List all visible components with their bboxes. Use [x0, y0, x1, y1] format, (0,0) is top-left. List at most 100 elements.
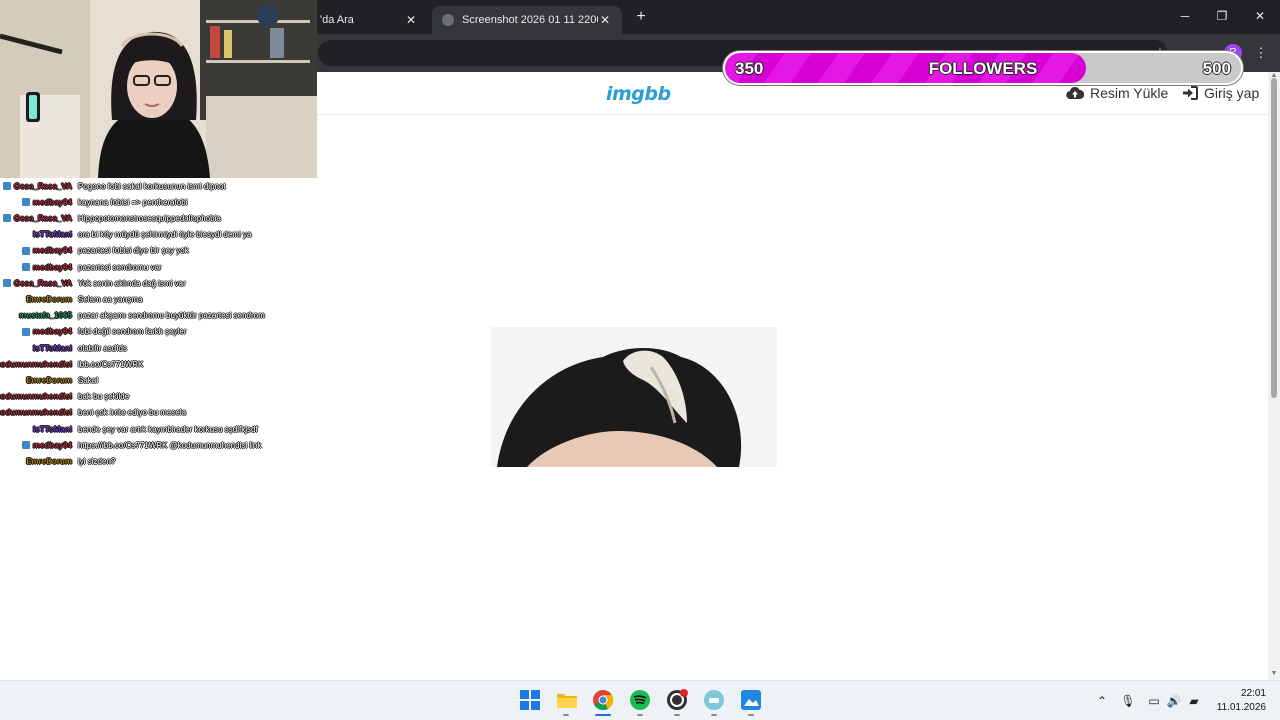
upload-image-link[interactable]: Resim Yükle: [1066, 85, 1168, 101]
spotify-icon[interactable]: [629, 689, 651, 711]
chat-message: IsTToMani ora bi köy müydü şehirmiydi öyl…: [0, 227, 300, 243]
scroll-down-icon[interactable]: ▼: [1270, 670, 1278, 678]
follower-goal-bar: 350 FOLLOWERS 500: [723, 51, 1243, 85]
site-logo[interactable]: imgbb: [606, 83, 671, 105]
chat-message: IsTToMani bende şey var artık kayınbirade…: [0, 421, 300, 437]
chat-username: kodumunmuhendisi: [0, 392, 72, 402]
chat-message-text: Selam aa yarışma: [78, 294, 143, 304]
app-running-indicator: [563, 714, 569, 716]
tab-close-icon[interactable]: ✕: [404, 13, 418, 27]
app-running-indicator: [637, 714, 643, 716]
chat-author: IsTToMani: [0, 230, 75, 239]
chat-username: IsTToMani: [33, 343, 72, 353]
chat-author: EmreDorum: [0, 457, 75, 466]
chat-username: kodumunmuhendisi: [0, 408, 72, 418]
system-clock[interactable]: 22:01 11.01.2026: [1210, 687, 1266, 715]
uploaded-photo[interactable]: [491, 327, 777, 467]
webcam-overlay: [0, 0, 317, 178]
follower-goal-current: 350: [735, 59, 764, 78]
chat-message: Gesa_Rasa_VA Yok senin aklında dağ ismi v…: [0, 275, 300, 291]
scroll-thumb[interactable]: [1271, 78, 1277, 398]
chat-author: EmreDorum: [0, 376, 75, 385]
screen: 'da Ara ✕ Screenshot 2026 01 11 220004 ✕…: [0, 0, 1280, 720]
chat-message-text: fobi değil sendrom farklı şeyler: [78, 327, 187, 337]
window-close-button[interactable]: ✕: [1245, 6, 1275, 26]
chat-author: Gesa_Rasa_VA: [0, 181, 75, 191]
tab-title: 'da Ara: [320, 14, 354, 26]
volume-icon[interactable]: 🔊: [1166, 693, 1182, 709]
browser-tab-screenshot[interactable]: Screenshot 2026 01 11 220004 ✕: [432, 6, 622, 34]
microphone-icon[interactable]: 🎙: [1120, 693, 1136, 709]
login-label: Giriş yap: [1204, 85, 1260, 101]
chat-message-text: bende şey var artık kayınbirader korkusu…: [78, 424, 258, 434]
chat-message-text: Yok senin aklında dağ ismi var: [78, 278, 186, 288]
tab-close-icon[interactable]: ✕: [598, 13, 612, 27]
chat-badge-icon: [21, 441, 30, 450]
chat-message: kodumunmuhendisi beni çok irrite ediyo bu…: [0, 405, 300, 421]
chat-username: medbay94: [32, 197, 72, 207]
chat-message-text: Pogono fobi sakal korkusunun ismi dipnot: [78, 181, 226, 191]
browser-tab-search[interactable]: 'da Ara ✕: [310, 6, 428, 34]
chat-username: EmreDorum: [26, 456, 72, 466]
chat-username: EmreDorum: [26, 375, 72, 385]
chat-username: medbay94: [32, 440, 72, 450]
windows-start-icon[interactable]: [519, 689, 541, 711]
stream-chat-overlay: Gesa_Rasa_VA Pogono fobi sakal korkusunun…: [0, 178, 300, 468]
chat-message-text: ora bi köy müydü şehirmiydi öyle biesydi…: [78, 230, 252, 240]
chat-badge-icon: [2, 279, 11, 288]
hair-photo-image: [491, 327, 777, 467]
clock-date: 11.01.2026: [1216, 702, 1266, 713]
minimize-button[interactable]: ─: [1170, 6, 1200, 26]
chat-badge-icon: [21, 263, 30, 271]
globe-icon: [442, 14, 454, 26]
chat-username: Gesa_Rasa_VA: [13, 213, 72, 223]
chat-author: kodumunmuhendisi: [0, 360, 75, 369]
chat-message: kodumunmuhendisi bak bu şekilde: [0, 389, 300, 405]
chat-message-text: pazartesi sendromu var: [78, 262, 162, 272]
chrome-icon[interactable]: [592, 689, 614, 711]
chat-message: Gesa_Rasa_VA Hippopotomonstrosesquippedal…: [0, 210, 300, 226]
chat-message-text: pazartesi fobisi diye bir şey yok: [78, 246, 189, 256]
obs-icon[interactable]: [666, 689, 688, 711]
battery-icon[interactable]: ▰: [1186, 693, 1202, 709]
chat-badge-icon: [2, 182, 11, 190]
login-link[interactable]: Giriş yap: [1182, 85, 1259, 101]
chat-author: mustafa_1065: [0, 311, 75, 320]
new-tab-button[interactable]: +: [632, 7, 650, 27]
chat-author: EmreDorum: [0, 295, 75, 304]
chat-username: medbay94: [32, 262, 72, 272]
chat-message-text: pazar akşamı sendromu buyüktür pazartesi…: [78, 311, 265, 321]
chat-badge-icon: [21, 246, 30, 255]
browser-menu-icon[interactable]: ⋮: [1253, 45, 1269, 61]
cloud-upload-icon: [1066, 86, 1084, 100]
chevron-up-icon[interactable]: ⌃: [1094, 693, 1110, 709]
app-running-indicator: [674, 714, 680, 716]
chat-badge-icon: [21, 327, 30, 336]
windows-taskbar: ⌃ 🎙 ▭ 🔊 ▰ 22:01 11.01.2026: [0, 680, 1280, 720]
chat-message: medbay94 fobi değil sendrom farklı şeyler: [0, 324, 300, 340]
page-scrollbar[interactable]: ▲ ▼: [1268, 72, 1280, 680]
maximize-button[interactable]: ❐: [1207, 6, 1237, 26]
chat-username: EmreDorum: [26, 294, 72, 304]
chat-message: medbay94 pazartesi sendromu var: [0, 259, 300, 275]
streamlabs-icon[interactable]: [703, 689, 725, 711]
follower-goal-target: 500: [1202, 59, 1231, 78]
chat-message: mustafa_1065 pazar akşamı sendromu buyükt…: [0, 308, 300, 324]
chat-message-text: beni çok irrite ediyo bu mesela: [78, 408, 187, 418]
chat-badge-icon: [2, 214, 11, 223]
chat-message: medbay94 https://ibb.co/Cs771WRK @kodumun…: [0, 437, 300, 453]
app-running-indicator: [711, 714, 717, 716]
chat-username: mustafa_1065: [19, 311, 72, 321]
chat-username: Gesa_Rasa_VA: [13, 181, 72, 191]
chat-message-text: iyi sizden?: [78, 456, 116, 466]
display-icon[interactable]: ▭: [1146, 693, 1162, 709]
chat-badge-icon: [21, 198, 30, 207]
file-explorer-icon[interactable]: [556, 689, 578, 711]
chat-message-text: ibb.co/Cs771WRK: [78, 359, 144, 369]
chat-message: EmreDorum Selam aa yarışma: [0, 291, 300, 307]
chat-author: IsTToMani: [0, 343, 75, 353]
tab-title: Screenshot 2026 01 11 220004: [462, 14, 598, 26]
chat-username: Gesa_Rasa_VA: [13, 278, 72, 288]
chat-username: medbay94: [32, 327, 72, 337]
photos-icon[interactable]: [740, 689, 762, 711]
